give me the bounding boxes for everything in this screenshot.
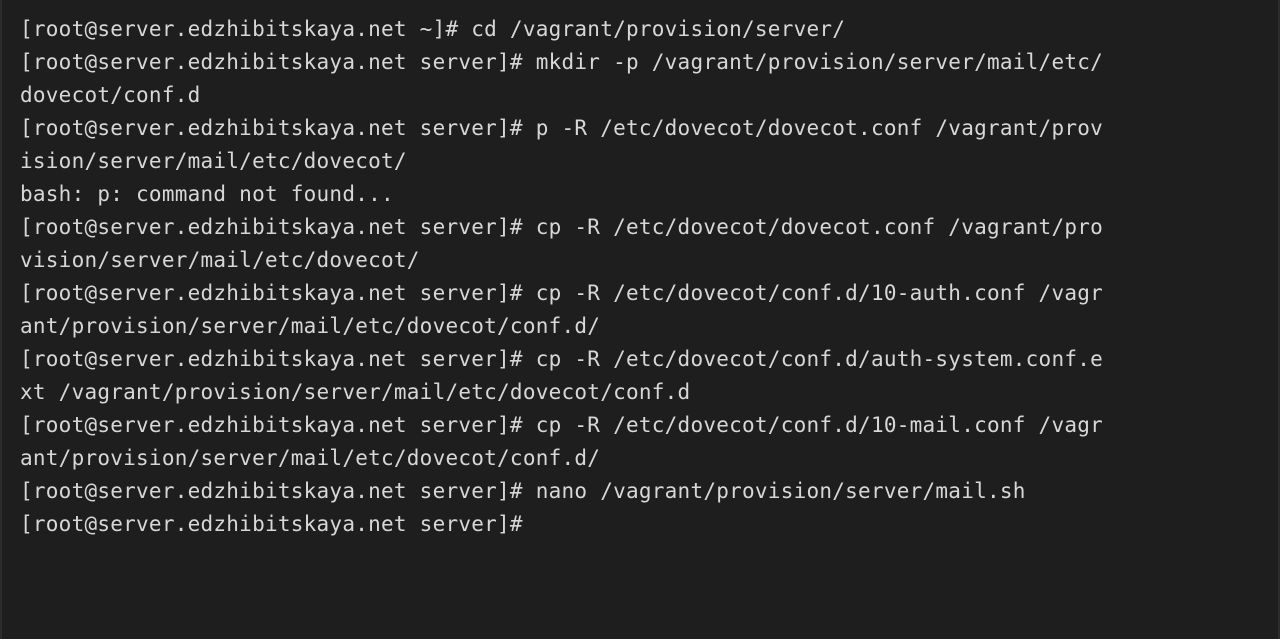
terminal-line: [root@server.edzhibitskaya.net server]# …	[20, 479, 1026, 503]
terminal-line: ant/provision/server/mail/etc/dovecot/co…	[20, 446, 601, 470]
terminal-window[interactable]: [root@server.edzhibitskaya.net ~]# cd /v…	[0, 0, 1280, 639]
terminal-line: ant/provision/server/mail/etc/dovecot/co…	[20, 314, 601, 338]
terminal-line: xt /vagrant/provision/server/mail/etc/do…	[20, 380, 691, 404]
terminal-prompt-line[interactable]: [root@server.edzhibitskaya.net server]#	[20, 508, 1278, 541]
terminal-line: [root@server.edzhibitskaya.net ~]# cd /v…	[20, 17, 846, 41]
terminal-line: [root@server.edzhibitskaya.net server]# …	[20, 281, 1104, 305]
terminal-line: [root@server.edzhibitskaya.net server]# …	[20, 347, 1104, 371]
terminal-line: ision/server/mail/etc/dovecot/	[20, 149, 407, 173]
terminal-line: [root@server.edzhibitskaya.net server]# …	[20, 215, 1104, 239]
terminal-line: [root@server.edzhibitskaya.net server]# …	[20, 50, 1104, 74]
terminal-line: vision/server/mail/etc/dovecot/	[20, 248, 420, 272]
terminal-line: [root@server.edzhibitskaya.net server]# …	[20, 413, 1104, 437]
terminal-line: [root@server.edzhibitskaya.net server]# …	[20, 116, 1104, 140]
terminal-line: bash: p: command not found...	[20, 182, 394, 206]
terminal-line: dovecot/conf.d	[20, 83, 201, 107]
